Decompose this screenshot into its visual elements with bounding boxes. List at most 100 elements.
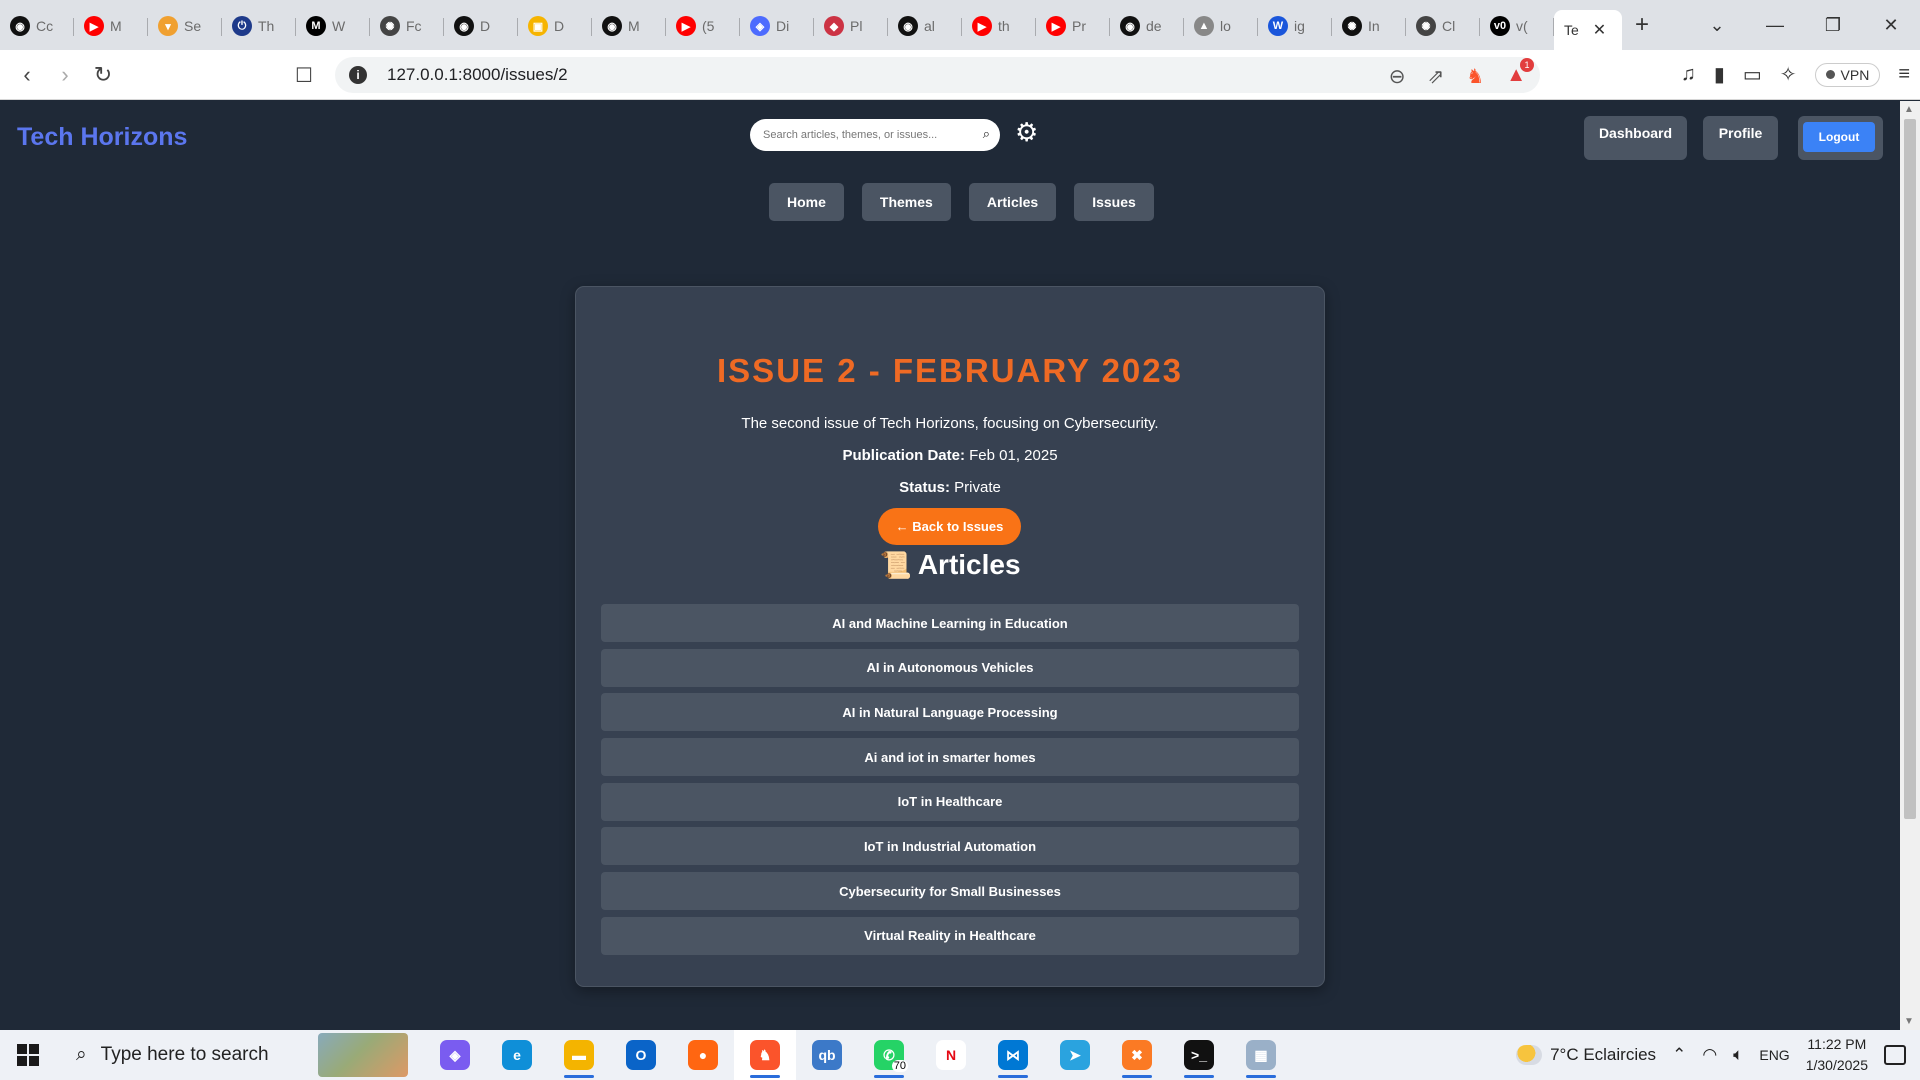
browser-tab[interactable]: ▶ M — [74, 9, 148, 43]
wallet-icon[interactable]: ▭ — [1743, 62, 1762, 87]
menu-icon[interactable]: ≡ — [1898, 63, 1910, 86]
browser-tab[interactable]: ▶ th — [962, 9, 1036, 43]
weather-widget[interactable]: 7°C Eclaircies — [1516, 1045, 1656, 1065]
taskbar-app[interactable]: ▬ — [548, 1030, 610, 1080]
volume-icon[interactable]: 🔈︎ — [1733, 1045, 1743, 1065]
taskbar-search[interactable]: ⌕ Type here to search — [56, 1030, 416, 1080]
search-icon[interactable]: ⌕ — [983, 126, 990, 142]
article-link[interactable]: IoT in Industrial Automation — [601, 827, 1299, 866]
article-link[interactable]: AI and Machine Learning in Education — [601, 604, 1299, 642]
taskbar-app[interactable]: ➤ — [1044, 1030, 1106, 1080]
article-link[interactable]: AI in Natural Language Processing — [601, 693, 1299, 732]
browser-tab[interactable]: ▶ Pr — [1036, 9, 1110, 43]
back-to-issues-button[interactable]: ← Back to Issues — [878, 508, 1021, 545]
browser-tab[interactable]: ◉ Cc — [0, 9, 74, 43]
new-tab-button[interactable]: + — [1622, 11, 1662, 39]
browser-tab[interactable]: ◉ de — [1110, 9, 1184, 43]
taskbar-app[interactable]: ♞ — [734, 1030, 796, 1080]
browser-tab[interactable]: ◉ D — [444, 9, 518, 43]
nav-issues[interactable]: Issues — [1074, 183, 1154, 221]
share-icon[interactable]: ⇗ — [1428, 64, 1445, 89]
brave-shields-icon[interactable]: ♞ — [1466, 64, 1484, 89]
browser-tab[interactable]: ▣ D — [518, 9, 592, 43]
taskbar-app[interactable]: qb — [796, 1030, 858, 1080]
article-link[interactable]: Virtual Reality in Healthcare — [601, 916, 1299, 955]
nav-home[interactable]: Home — [769, 183, 844, 221]
active-tab[interactable]: Te ✕ — [1554, 10, 1622, 50]
browser-tab[interactable]: ⏻ Th — [222, 9, 296, 43]
taskbar-app[interactable]: >_ — [1168, 1030, 1230, 1080]
browser-tab[interactable]: ◈ Di — [740, 9, 814, 43]
browser-tab-label: ig — [1294, 18, 1305, 34]
scroll-down-icon[interactable]: ▼ — [1904, 1016, 1914, 1027]
article-link[interactable]: Ai and iot in smarter homes — [601, 738, 1299, 777]
browser-tab[interactable]: ▲ lo — [1184, 9, 1258, 43]
site-search-input[interactable]: Search articles, themes, or issues... ⌕ — [750, 119, 1000, 151]
media-icon[interactable]: ♫ — [1681, 63, 1696, 86]
scrollbar-thumb[interactable] — [1904, 119, 1916, 819]
vpn-button[interactable]: VPN — [1814, 62, 1881, 87]
close-tab-icon[interactable]: ✕ — [1593, 20, 1606, 40]
browser-tab[interactable]: ▾ Se — [148, 9, 222, 43]
address-bar[interactable]: i 127.0.0.1:8000/issues/2 ⊖ ⇗ ♞ ▲ 1 — [335, 57, 1540, 93]
article-link[interactable]: Cybersecurity for Small Businesses — [601, 872, 1299, 911]
minimize-icon[interactable]: — — [1746, 15, 1804, 36]
logout-button[interactable]: Logout — [1803, 122, 1875, 152]
taskbar-app[interactable]: ✆ 70 — [858, 1030, 920, 1080]
browser-tab[interactable]: ✺ Fc — [370, 9, 444, 43]
site-logo[interactable]: Tech Horizons — [17, 123, 187, 152]
brave-rewards-icon[interactable]: ▲ 1 — [1506, 58, 1534, 89]
theme-toggle-gear-icon[interactable]: ⚙ — [1015, 119, 1038, 145]
taskbar-app[interactable]: ◈ — [424, 1030, 486, 1080]
network-icon[interactable]: ◠ — [1702, 1045, 1717, 1065]
browser-tab-label: Cc — [36, 18, 54, 34]
bookmark-icon[interactable]: ☐ — [295, 63, 313, 88]
tab-search-icon[interactable]: ⌄ — [1688, 15, 1746, 36]
dashboard-button[interactable]: Dashboard — [1584, 116, 1687, 160]
restore-icon[interactable]: ❐ — [1804, 15, 1862, 36]
reload-icon[interactable]: ↻ — [84, 62, 122, 88]
leo-ai-icon[interactable]: ✧ — [1780, 62, 1797, 87]
close-window-icon[interactable]: ✕ — [1862, 15, 1920, 36]
taskbar-app[interactable]: ▦ — [1230, 1030, 1292, 1080]
article-link[interactable]: IoT in Healthcare — [601, 782, 1299, 821]
status-value: Private — [954, 479, 1001, 496]
clock[interactable]: 11:22 PM 1/30/2025 — [1806, 1034, 1868, 1076]
browser-tab[interactable]: ▶ (5 — [666, 9, 740, 43]
site-info-icon[interactable]: i — [349, 66, 367, 84]
github-icon: ◉ — [454, 16, 474, 36]
forward-arrow-icon[interactable]: › — [46, 62, 84, 88]
notifications-icon[interactable] — [1884, 1045, 1906, 1065]
start-button[interactable] — [0, 1044, 56, 1066]
browser-tab[interactable]: ◉ al — [888, 9, 962, 43]
profile-button[interactable]: Profile — [1703, 116, 1778, 160]
page-scrollbar[interactable]: ▲ ▼ — [1900, 101, 1920, 1030]
taskbar-app[interactable]: N — [920, 1030, 982, 1080]
sidebar-icon[interactable]: ▮ — [1714, 62, 1725, 87]
publication-date: Publication Date: Feb 01, 2025 — [576, 447, 1324, 464]
browser-tab[interactable]: MW — [296, 9, 370, 43]
nav-articles[interactable]: Articles — [968, 183, 1057, 221]
browser-tab[interactable]: ◉ M — [592, 9, 666, 43]
taskbar-app[interactable]: ✖ — [1106, 1030, 1168, 1080]
browser-tab[interactable]: ◆ Pl — [814, 9, 888, 43]
taskbar-app[interactable]: ● — [672, 1030, 734, 1080]
taskbar-app[interactable]: ⋈ — [982, 1030, 1044, 1080]
search-highlight-image[interactable] — [318, 1033, 408, 1077]
browser-tab[interactable]: ✺ Cl — [1406, 9, 1480, 43]
url-text[interactable]: 127.0.0.1:8000/issues/2 — [387, 65, 568, 85]
v0-icon: v0 — [1490, 16, 1510, 36]
show-hidden-icons-chevron-icon[interactable]: ⌃ — [1672, 1045, 1686, 1065]
nav-themes[interactable]: Themes — [861, 183, 951, 221]
taskbar-search-placeholder: Type here to search — [100, 1044, 269, 1065]
article-link[interactable]: AI in Autonomous Vehicles — [601, 648, 1299, 687]
taskbar-app[interactable]: e — [486, 1030, 548, 1080]
browser-tab[interactable]: ✺ In — [1332, 9, 1406, 43]
browser-tab[interactable]: v0 v( — [1480, 9, 1554, 43]
language-indicator[interactable]: ENG — [1759, 1047, 1789, 1063]
back-arrow-icon[interactable]: ‹ — [8, 62, 46, 88]
scroll-up-icon[interactable]: ▲ — [1904, 104, 1914, 115]
zoom-icon[interactable]: ⊖ — [1389, 64, 1406, 89]
browser-tab[interactable]: Wig — [1258, 9, 1332, 43]
taskbar-app[interactable]: O — [610, 1030, 672, 1080]
